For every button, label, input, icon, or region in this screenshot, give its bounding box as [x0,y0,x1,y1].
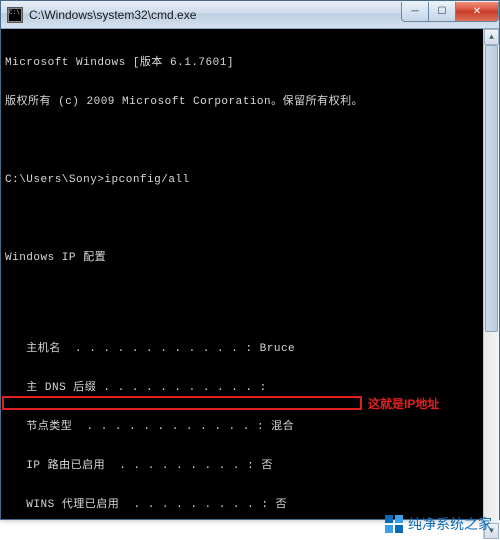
scroll-track[interactable] [484,45,499,523]
prompt-line: C:\Users\Sony>ipconfig/all [5,174,495,187]
ipconfig-heading: Windows IP 配置 [5,252,495,265]
ip-routing-row: IP 路由已启用 . . . . . . . . . : 否 [5,460,495,473]
scroll-up-button[interactable]: ▲ [484,29,499,45]
window-title: C:\Windows\system32\cmd.exe [29,8,402,22]
close-button[interactable]: ✕ [455,2,499,22]
hostname-row: 主机名 . . . . . . . . . . . . : Bruce [5,343,495,356]
blank [5,213,495,226]
blank [5,135,495,148]
blank [5,291,495,304]
watermark-text: 纯净系统之家 [408,514,492,534]
primary-dns-suffix-row: 主 DNS 后缀 . . . . . . . . . . . : [5,382,495,395]
maximize-button[interactable]: ☐ [428,2,456,22]
terminal-output[interactable]: Microsoft Windows [版本 6.1.7601] 版权所有 (c)… [1,29,499,519]
wins-proxy-row: WINS 代理已启用 . . . . . . . . . : 否 [5,499,495,512]
watermark-icon [385,515,403,533]
cmd-icon [7,7,23,23]
watermark: 纯净系统之家 [385,514,492,534]
minimize-button[interactable]: ─ [401,2,429,22]
annotation-label: 这就是IP地址 [368,395,439,412]
scroll-thumb[interactable] [485,45,498,332]
window-controls: ─ ☐ ✕ [402,2,499,22]
header-line-1: Microsoft Windows [版本 6.1.7601] [5,57,495,70]
cmd-window: C:\Windows\system32\cmd.exe ─ ☐ ✕ Micros… [0,0,500,520]
node-type-row: 节点类型 . . . . . . . . . . . . : 混合 [5,421,495,434]
header-line-2: 版权所有 (c) 2009 Microsoft Corporation。保留所有… [5,96,495,109]
vertical-scrollbar[interactable]: ▲ ▼ [483,29,499,539]
titlebar[interactable]: C:\Windows\system32\cmd.exe ─ ☐ ✕ [1,1,499,29]
